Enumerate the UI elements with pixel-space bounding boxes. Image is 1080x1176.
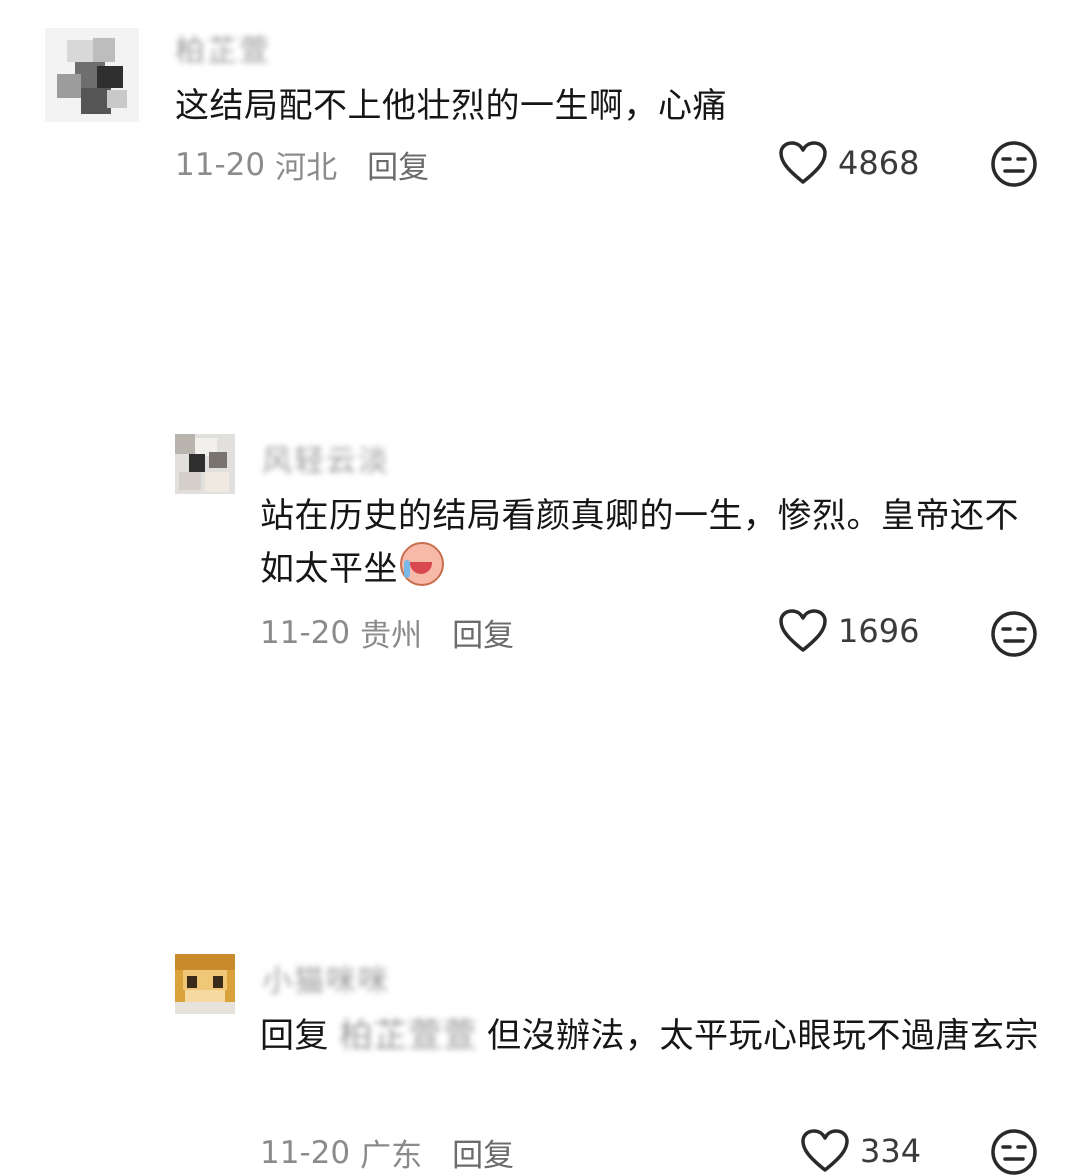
- comment-meta: 11-20 河北 回复: [175, 142, 429, 187]
- like-count: 334: [860, 1132, 922, 1170]
- comment-item: 风轻云淡 站在历史的结局看颜真卿的一生，惨烈。皇帝还不如太平坐 11-20 贵州…: [0, 210, 1080, 657]
- mention[interactable]: 柏芷萱萱: [339, 1010, 477, 1062]
- comment-body: 但沒辦法，太平玩心眼玩不過唐玄宗: [487, 1016, 1039, 1056]
- username[interactable]: 小猫咪咪: [262, 956, 390, 1000]
- like-button[interactable]: 334: [800, 1128, 921, 1174]
- comment-location: 河北: [275, 150, 338, 186]
- comment-text: 这结局配不上他壮烈的一生啊，心痛: [175, 86, 727, 126]
- reply-button[interactable]: 回复: [452, 1130, 514, 1175]
- comment-item: 小猫咪咪 回复 柏芷萱萱 但沒辦法，太平玩心眼玩不過唐玄宗 11-20 广东 回复 …: [0, 470, 1080, 1175]
- username[interactable]: 柏芷萱: [175, 26, 271, 70]
- like-count: 4868: [838, 144, 920, 182]
- heart-outline-icon: [779, 141, 827, 184]
- avatar[interactable]: [175, 954, 235, 1014]
- avatar[interactable]: [45, 28, 139, 122]
- comment-date: 11-20: [175, 146, 266, 183]
- comment-meta: 11-20 广东 回复: [260, 1130, 514, 1175]
- reply-prefix: 回复: [260, 1016, 329, 1056]
- like-button[interactable]: 4868: [778, 140, 919, 186]
- heart-outline-icon: [801, 1129, 849, 1172]
- comment-date: 11-20: [260, 1134, 351, 1171]
- neutral-face-icon[interactable]: [990, 140, 1038, 188]
- comment-text: 回复 柏芷萱萱 但沒辦法，太平玩心眼玩不過唐玄宗: [260, 1010, 1045, 1062]
- comment-item: 柏芷萱 这结局配不上他壮烈的一生啊，心痛 11-20 河北 回复 4868: [0, 0, 1080, 210]
- neutral-face-icon[interactable]: [990, 1128, 1038, 1176]
- reply-button[interactable]: 回复: [367, 142, 429, 187]
- comment-location: 广东: [360, 1138, 423, 1174]
